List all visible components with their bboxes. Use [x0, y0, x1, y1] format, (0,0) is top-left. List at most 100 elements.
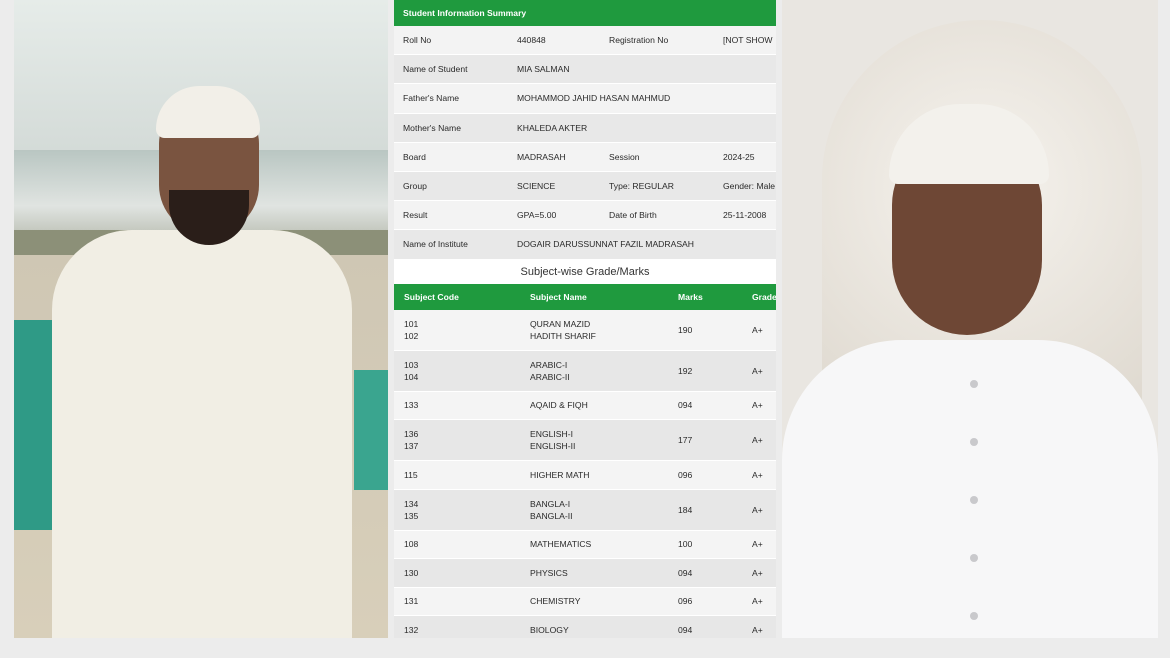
subject-marks: 096	[678, 469, 693, 480]
subject-name-line-1: ENGLISH-I	[530, 429, 573, 439]
subject-marks: 192	[678, 365, 693, 376]
table-row: 130 PHYSICS 094 A+	[394, 559, 776, 588]
board-value: MADRASAH	[517, 151, 566, 162]
subject-marks: 177	[678, 435, 693, 445]
name-label: Name of Student	[403, 64, 468, 75]
info-row-mother: Mother's Name KHALEDA AKTER	[394, 113, 776, 143]
info-row-name: Name of Student MIA SALMAN	[394, 55, 776, 85]
subject-grade: A+	[752, 539, 763, 550]
subject-marks: 094	[678, 400, 693, 411]
subject-code: 108	[404, 539, 419, 550]
subject-name-line-2: ARABIC-II	[530, 371, 570, 382]
info-row-group: Group SCIENCE Type: REGULAR Gender: Male	[394, 171, 776, 202]
left-student-photo	[14, 0, 388, 638]
header-marks: Marks	[678, 291, 703, 302]
roll-label: Roll No	[403, 35, 432, 46]
mother-label: Mother's Name	[403, 122, 461, 133]
info-row-father: Father's Name MOHAMMOD JAHID HASAN MAHMU…	[394, 84, 776, 114]
subject-name: BIOLOGY	[530, 624, 569, 635]
result-value: GPA=5.00	[517, 210, 557, 221]
subject-grade: A+	[752, 624, 763, 635]
group-label: Group	[403, 181, 427, 192]
subject-code: 115	[404, 469, 418, 480]
registration-label: Registration No	[609, 35, 669, 46]
table-row: 103 104 ARABIC-I ARABIC-II 192 A+	[394, 350, 776, 392]
session-value: 2024-25	[723, 151, 755, 162]
subject-code-line-2: 102	[404, 330, 419, 341]
board-label: Board	[403, 151, 426, 162]
person-body	[52, 230, 352, 638]
info-row-roll: Roll No 440848 Registration No [NOT SHOW	[394, 26, 776, 56]
marks-table-body: 101 102 QURAN MAZID HADITH SHARIF 190 A+ 103 10…	[394, 309, 776, 638]
table-row: 136 137 ENGLISH-I ENGLISH-II 177 A+	[394, 420, 776, 461]
father-value: MOHAMMOD JAHID HASAN MAHMUD	[517, 93, 671, 104]
institute-label: Name of Institute	[403, 239, 468, 250]
subject-code-line-1: 136	[404, 429, 419, 439]
subject-code: 132	[404, 624, 419, 635]
subject-name-line-1: BANGLA-I	[530, 498, 571, 509]
subject-name: PHYSICS	[530, 567, 568, 578]
table-row: 101 102 QURAN MAZID HADITH SHARIF 190 A+	[394, 309, 776, 351]
subject-name: QURAN MAZID HADITH SHARIF	[530, 318, 678, 342]
group-value: SCIENCE	[517, 181, 556, 192]
gender-value: Gender: Male	[723, 181, 776, 192]
header-subject-name: Subject Name	[530, 291, 587, 302]
subject-code: 103 104	[394, 359, 530, 383]
right-student-photo	[782, 0, 1158, 638]
dob-value: 25-11-2008	[723, 210, 767, 221]
subject-code: 131	[404, 596, 419, 607]
subject-grade: A+	[752, 324, 763, 335]
type-value: Type: REGULAR	[609, 181, 674, 192]
table-row: 132 BIOLOGY 094 A+	[394, 616, 776, 638]
subject-code: 101 102	[394, 318, 530, 342]
header-grade: Grade	[752, 291, 776, 302]
subject-code-line-2: 104	[404, 371, 419, 382]
marks-table-header: Subject Code Subject Name Marks Grade	[394, 283, 776, 310]
subject-code: 136 137	[394, 428, 530, 452]
registration-value: [NOT SHOW	[723, 35, 773, 46]
marks-section-title: Subject-wise Grade/Marks	[394, 259, 776, 284]
subject-grade: A+	[752, 504, 763, 515]
summary-title: Student Information Summary	[394, 0, 776, 26]
roll-value: 440848	[517, 35, 546, 46]
dob-label: Date of Birth	[609, 210, 657, 221]
subject-code: 134 135	[394, 498, 530, 522]
subject-name-line-1: ARABIC-I	[530, 359, 568, 370]
shirt-buttons	[970, 380, 978, 638]
subject-code-line-2: 135	[404, 510, 419, 521]
subject-grade: A+	[752, 567, 763, 578]
subject-name-line-2: BANGLA-II	[530, 510, 573, 521]
subject-name: BANGLA-I BANGLA-II	[530, 498, 678, 522]
subject-marks: 190	[678, 324, 693, 335]
subject-code: 130	[404, 567, 419, 578]
subject-name: MATHEMATICS	[530, 539, 592, 550]
table-row: 115 HIGHER MATH 096 A+	[394, 461, 776, 490]
header-subject-code: Subject Code	[404, 291, 459, 302]
subject-grade: A+	[752, 435, 763, 445]
subject-marks: 184	[678, 504, 693, 515]
subject-name-line-2: ENGLISH-II	[530, 441, 576, 451]
subject-marks: 096	[678, 596, 693, 607]
subject-marks: 100	[678, 539, 693, 550]
info-row-result: Result GPA=5.00 Date of Birth 25-11-2008	[394, 201, 776, 231]
result-label: Result	[403, 210, 428, 221]
subject-code-line-1: 101	[404, 318, 419, 329]
table-row: 108 MATHEMATICS 100 A+	[394, 530, 776, 559]
name-value: MIA SALMAN	[517, 64, 570, 75]
subject-grade: A+	[752, 400, 763, 411]
subject-code-line-1: 134	[404, 498, 419, 509]
subject-marks: 094	[678, 624, 693, 635]
institute-value: DOGAIR DARUSSUNNAT FAZIL MADRASAH	[517, 239, 694, 250]
subject-name: AQAID & FIQH	[530, 400, 588, 411]
subject-name: HIGHER MATH	[530, 469, 590, 480]
subject-name-line-1: QURAN MAZID	[530, 318, 591, 329]
subject-name: CHEMISTRY	[530, 596, 581, 607]
subject-marks: 094	[678, 567, 693, 578]
table-row: 134 135 BANGLA-I BANGLA-II 184 A+	[394, 489, 776, 531]
info-row-board: Board MADRASAH Session 2024-25	[394, 142, 776, 172]
subject-code: 133	[404, 400, 419, 411]
subject-name-line-2: HADITH SHARIF	[530, 330, 596, 341]
subject-grade: A+	[752, 469, 763, 480]
table-row: 133 AQAID & FIQH 094 A+	[394, 391, 776, 420]
summary-table: Roll No 440848 Registration No [NOT SHOW…	[394, 26, 776, 260]
